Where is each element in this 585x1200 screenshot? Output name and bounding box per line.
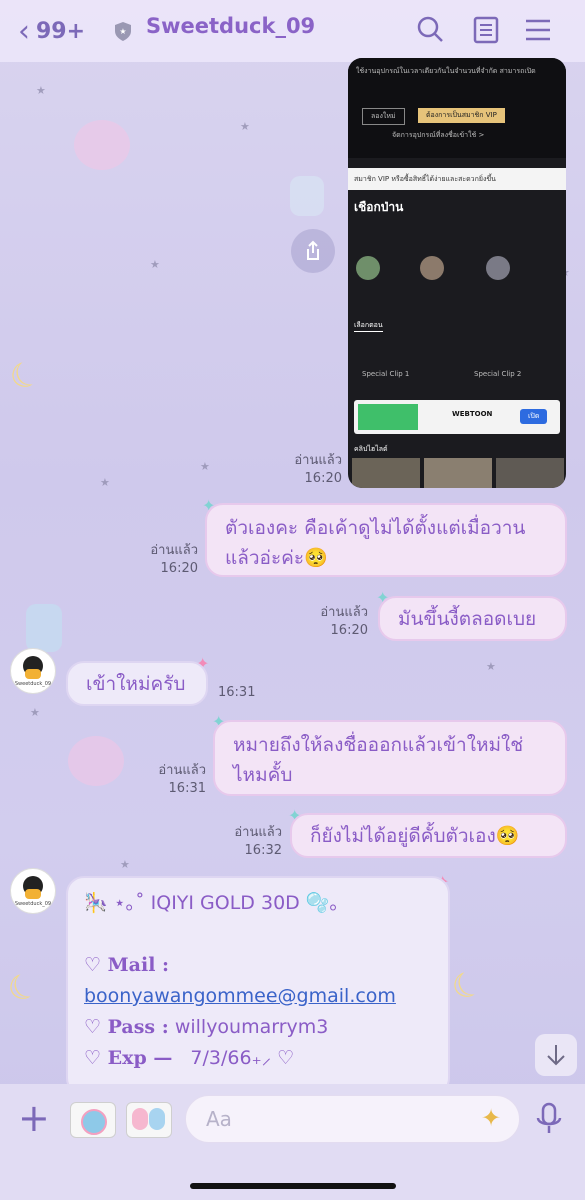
pass-row: ♡ Pass : willyoumarrym3 [84, 1012, 432, 1043]
cast-avatar [486, 256, 510, 280]
image-text: Special Clip 1 [362, 370, 410, 378]
home-indicator [190, 1183, 396, 1189]
read-status: อ่านแล้ว [150, 543, 198, 558]
star-icon: ★ [120, 858, 130, 871]
message-meta: อ่านแล้ว 16:20 [126, 542, 198, 578]
arrow-down-icon [547, 1045, 565, 1066]
share-icon [307, 240, 319, 260]
unread-count: 99+ [36, 18, 86, 44]
screenshot-image-message[interactable]: ใช้งานอุปกรณ์ในเวลาเดียวกันในจำนวนที่จำก… [348, 58, 566, 488]
magic-wand-icon[interactable]: ✦ [481, 1104, 501, 1132]
outgoing-message[interactable]: ตัวเองคะ คือเค้าดูไม่ได้ตั้งแต่เมื่อวานแ… [205, 503, 567, 577]
star-icon: ★ [486, 660, 496, 673]
chevron-left-icon: ‹ [18, 13, 30, 49]
contact-name[interactable]: Sweetduck_09 [146, 14, 315, 38]
microphone-icon[interactable] [534, 1102, 564, 1136]
image-text: ใช้งานอุปกรณ์ในเวลาเดียวกันในจำนวนที่จำก… [356, 67, 536, 75]
message-time: 16:31 [168, 781, 206, 796]
exp-label: ♡ Exp — [84, 1047, 173, 1069]
notes-icon[interactable] [470, 14, 502, 46]
image-text: ลองใหม่ [362, 108, 405, 125]
message-time: 16:31 [218, 685, 256, 700]
image-text: เปิด [520, 409, 548, 424]
photo-sticker-icon[interactable] [126, 1102, 172, 1138]
duck-image [25, 889, 41, 899]
back-button[interactable]: ‹ 99+ [18, 12, 85, 50]
message-meta: อ่านแล้ว 16:32 [210, 824, 282, 860]
cupcake-decoration [68, 736, 124, 786]
image-text: ต้องการเป็นสมาชิก VIP [418, 108, 505, 123]
svg-text:★: ★ [119, 27, 126, 36]
image-text: เชือกป่าน [354, 200, 404, 214]
message-time: 16:20 [160, 561, 198, 576]
account-info-message[interactable]: 🎠 ⋆｡˚ IQIYI GOLD 30D 🫧｡ ♡ Mail : boonyaw… [66, 876, 450, 1096]
clip-thumbnail [424, 458, 492, 488]
read-status: อ่านแล้ว [234, 825, 282, 840]
avatar[interactable]: Sweetduck_09 [10, 648, 56, 694]
avatar[interactable]: Sweetduck_09 [10, 868, 56, 914]
read-status: อ่านแล้ว [320, 605, 368, 620]
moon-icon: ☾ [444, 961, 490, 1011]
star-icon: ★ [36, 84, 46, 97]
pass-label: ♡ Pass : [84, 1016, 169, 1038]
image-text: จัดการอุปกรณ์ที่ลงชื่อเข้าใช้ > [392, 131, 485, 139]
message-meta: อ่านแล้ว 16:31 [134, 762, 206, 798]
search-icon[interactable] [414, 14, 446, 46]
duck-image [25, 669, 41, 679]
clip-thumbnail [496, 458, 564, 488]
outgoing-message[interactable]: ก็ยังไม่ได้อยู่ดีคั้บตัวเอง🥺 [290, 813, 567, 858]
cupcake-decoration [74, 120, 130, 170]
message-meta: อ่านแล้ว 16:20 [296, 604, 368, 640]
mail-value-row: boonyawangommee@gmail.com [84, 981, 432, 1012]
read-status: อ่านแล้ว [158, 763, 206, 778]
ad-graphic [358, 404, 418, 430]
moon-icon: ☾ [2, 351, 48, 401]
image-text: คลิปไฮไลต์ [354, 445, 388, 453]
pass-value: willyoumarrym3 [174, 1016, 329, 1038]
avatar-label: Sweetduck_09 [14, 681, 52, 687]
bottle-decoration [290, 176, 324, 216]
image-text: สมาชิก VIP หรือซื้อสิทธิ์ได้ง่ายและสะดวก… [354, 175, 496, 183]
bottle-decoration [26, 604, 62, 652]
outgoing-message[interactable]: มันขึ้นงี้ตลอดเบย [378, 596, 567, 641]
menu-icon[interactable] [522, 14, 554, 46]
avatar-label: Sweetduck_09 [14, 901, 52, 907]
star-icon: ★ [150, 258, 160, 271]
mail-row: ♡ Mail : [84, 950, 432, 981]
message-input[interactable]: Aa [185, 1095, 520, 1143]
star-icon: ★ [100, 476, 110, 489]
chat-header: ‹ 99+ ★ Sweetduck_09 [0, 0, 585, 62]
shield-icon: ★ [115, 22, 131, 41]
message-time: 16:20 [304, 471, 342, 486]
message-meta: อ่านแล้ว 16:20 [270, 452, 342, 488]
star-icon: ★ [30, 706, 40, 719]
cast-avatar [356, 256, 380, 280]
card-spacer [84, 919, 432, 950]
scroll-to-bottom-button[interactable] [535, 1034, 577, 1076]
camera-sticker-icon[interactable] [70, 1102, 116, 1138]
exp-value: 7/3/66₊⸝ ♡ [190, 1047, 295, 1069]
message-time: 16:32 [244, 843, 282, 858]
outgoing-message[interactable]: หมายถึงให้ลงชื่อออกแล้วเข้าใหม่ใช่ไหมคั้… [213, 720, 567, 796]
incoming-message[interactable]: เข้าใหม่ครับ [66, 661, 208, 706]
star-icon: ★ [200, 460, 210, 473]
card-title: 🎠 ⋆｡˚ IQIYI GOLD 30D 🫧｡ [84, 892, 339, 914]
read-status: อ่านแล้ว [294, 453, 342, 468]
cast-avatar [420, 256, 444, 280]
share-button[interactable] [291, 229, 335, 273]
moon-icon: ☾ [0, 963, 46, 1013]
image-text: WEBTOON [452, 410, 493, 418]
exp-row: ♡ Exp — 7/3/66₊⸝ ♡ [84, 1043, 432, 1074]
clip-thumbnail [352, 458, 420, 488]
mail-label: ♡ Mail : [84, 954, 170, 976]
image-text: Special Clip 2 [474, 370, 522, 378]
mail-link[interactable]: boonyawangommee@gmail.com [84, 985, 396, 1007]
image-text: เลือกตอน [354, 320, 383, 332]
message-time: 16:20 [330, 623, 368, 638]
star-icon: ★ [240, 120, 250, 133]
plus-icon[interactable]: + [18, 1099, 50, 1137]
